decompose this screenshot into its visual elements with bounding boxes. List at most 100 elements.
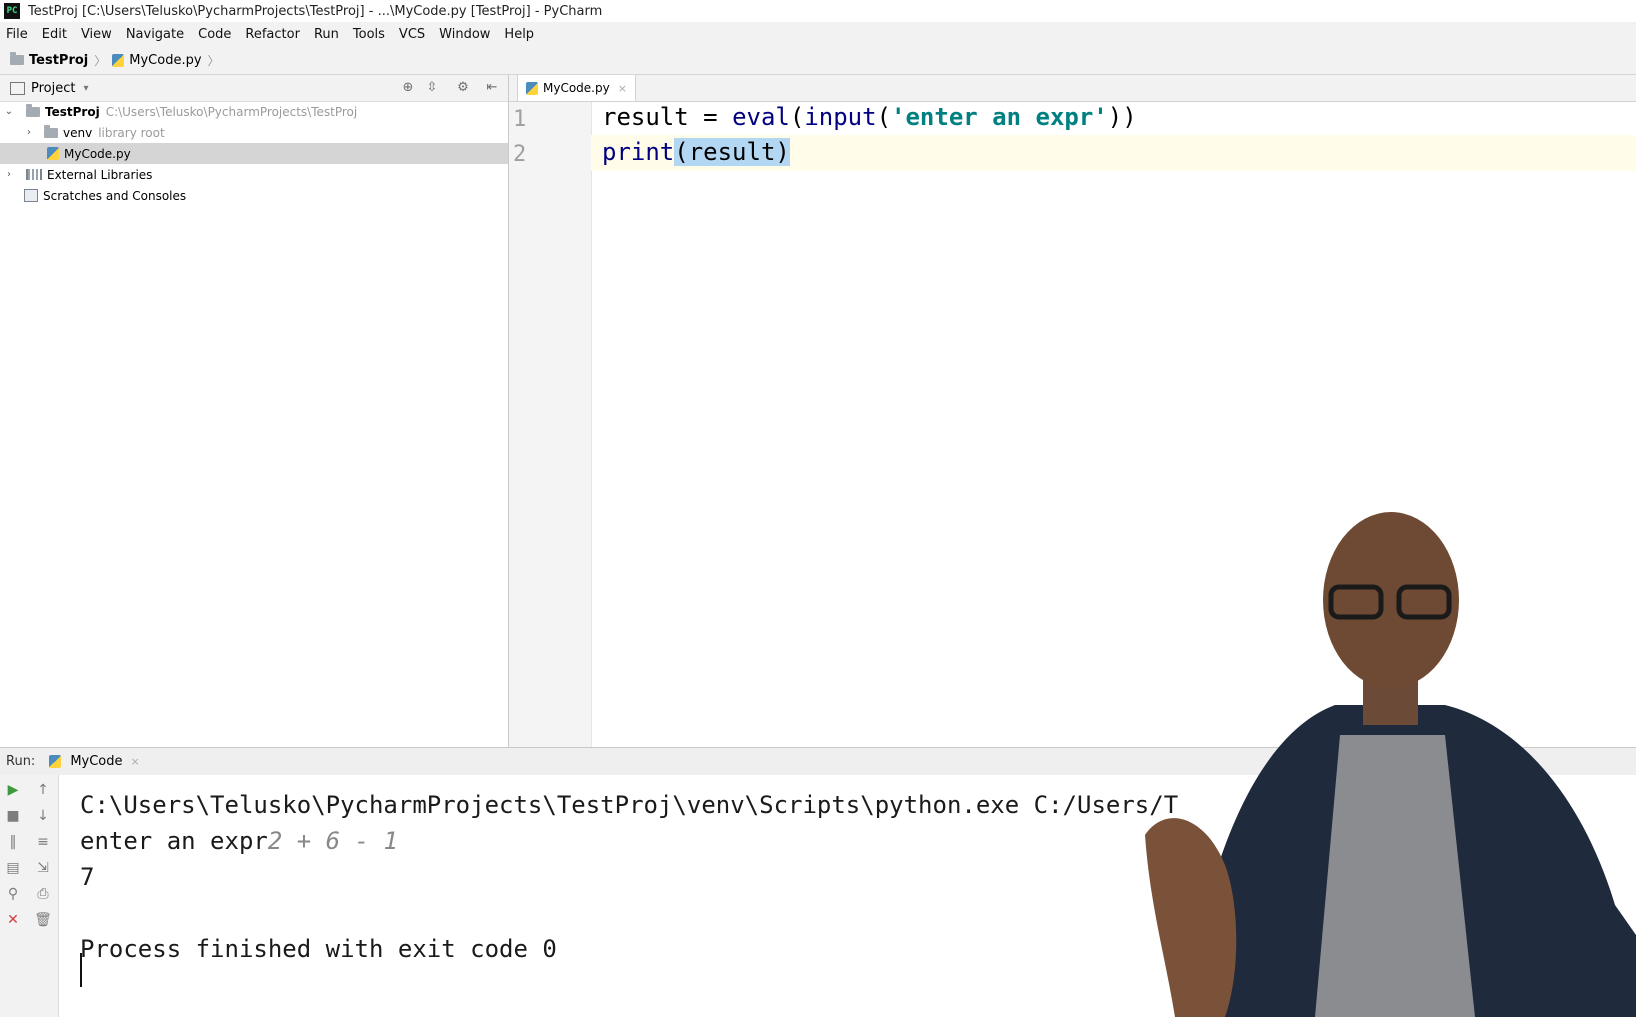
project-panel: Project ▾ ⊕ ⇳ ⚙ ⇤ ⌄ TestProj C:\Users\Te…: [0, 75, 509, 747]
pin-icon[interactable]: ⚲: [4, 885, 22, 903]
menu-help[interactable]: Help: [504, 27, 534, 42]
console-user-input: 2 + 6 - 1: [267, 827, 398, 855]
tree-item-label: venv: [63, 125, 93, 140]
presenter-head: [1323, 512, 1459, 688]
code-token: result: [688, 138, 776, 166]
tree-item-external-libraries[interactable]: › External Libraries: [0, 164, 508, 185]
trash-icon[interactable]: 🗑: [34, 911, 52, 929]
python-run-config-icon: [49, 755, 62, 768]
code-line-2[interactable]: print(result): [602, 138, 790, 166]
python-file-icon: [112, 53, 125, 67]
console-command-line: C:\Users\Telusko\PycharmProjects\TestPro…: [80, 791, 1179, 819]
breadcrumb-project[interactable]: TestProj: [29, 53, 88, 68]
matched-paren-open: (: [674, 138, 689, 166]
code-token: =: [688, 103, 733, 131]
chevron-right-icon[interactable]: ›: [2, 169, 16, 180]
arrow-down-icon[interactable]: ↓: [34, 807, 52, 825]
code-token: eval: [732, 103, 790, 131]
folder-icon: [44, 124, 58, 138]
layout-icon[interactable]: ▤: [4, 859, 22, 877]
presenter-video-overlay: [1145, 512, 1636, 1017]
menu-refactor[interactable]: Refactor: [245, 27, 300, 42]
library-icon: [26, 169, 42, 180]
menu-file[interactable]: File: [6, 27, 28, 42]
window-title: TestProj [C:\Users\Telusko\PycharmProjec…: [28, 3, 603, 19]
tree-item-scratches[interactable]: Scratches and Consoles: [0, 185, 508, 206]
code-token: print: [602, 138, 675, 166]
menu-bar: File Edit View Navigate Code Refactor Ru…: [0, 22, 1636, 46]
editor-tab-bar: MyCode.py ×: [509, 75, 1636, 102]
soft-wrap-icon[interactable]: ≡: [34, 833, 52, 851]
close-icon[interactable]: ×: [618, 82, 627, 95]
tree-item-label: Scratches and Consoles: [43, 188, 187, 203]
console-result: 7: [80, 863, 95, 891]
code-token: result: [602, 103, 689, 131]
breadcrumb-file[interactable]: MyCode.py: [129, 53, 201, 68]
project-view-icon: [10, 81, 25, 95]
menu-navigate[interactable]: Navigate: [126, 27, 184, 42]
close-icon[interactable]: ×: [131, 755, 140, 768]
chevron-right-icon: 〉: [207, 53, 220, 68]
menu-run[interactable]: Run: [314, 27, 339, 42]
menu-window[interactable]: Window: [439, 27, 490, 42]
code-token: )): [1107, 103, 1137, 131]
code-line-1[interactable]: result = eval(input('enter an expr')): [602, 103, 1137, 131]
chevron-right-icon: 〉: [94, 53, 107, 68]
rerun-icon[interactable]: ▶: [4, 781, 22, 799]
pycharm-icon: PC: [4, 3, 20, 19]
string-literal: 'enter an expr': [891, 103, 1108, 131]
scratches-icon: [24, 189, 38, 202]
hide-panel-icon[interactable]: ⇤: [484, 80, 500, 96]
menu-view[interactable]: View: [81, 27, 112, 42]
presenter-hand: [1145, 818, 1237, 1017]
tree-item-label: TestProj: [45, 104, 100, 119]
console-prompt-line: enter an expr2 + 6 - 1: [80, 827, 398, 855]
tree-item-testproj[interactable]: ⌄ TestProj C:\Users\Telusko\PycharmProje…: [0, 101, 508, 122]
console-prompt: enter an expr: [80, 827, 268, 855]
line-number-gutter: 1 2: [509, 102, 592, 747]
run-toolbar: ▶ ↑ ■ ↓ ‖ ≡ ▤ ⇲ ⚲ ⎙ ✕ 🗑: [0, 775, 59, 1017]
collapse-all-icon[interactable]: ⇳: [424, 80, 440, 96]
python-file-icon: [47, 147, 59, 160]
stop-icon[interactable]: ■: [4, 807, 22, 825]
run-label: Run:: [6, 754, 36, 769]
code-token: (: [789, 103, 805, 131]
close-icon[interactable]: ✕: [4, 911, 22, 929]
code-token: input: [804, 103, 877, 131]
tab-mycode[interactable]: MyCode.py ×: [517, 75, 636, 101]
menu-vcs[interactable]: VCS: [399, 27, 425, 42]
python-file-icon: [526, 81, 538, 95]
tree-item-label: External Libraries: [47, 167, 153, 182]
menu-code[interactable]: Code: [198, 27, 231, 42]
tree-item-venv[interactable]: › venv library root: [0, 122, 508, 143]
project-panel-header: Project ▾ ⊕ ⇳ ⚙ ⇤: [0, 75, 508, 102]
chevron-down-icon[interactable]: ▾: [83, 83, 88, 94]
gear-icon[interactable]: ⚙: [455, 80, 471, 96]
menu-edit[interactable]: Edit: [42, 27, 67, 42]
tree-item-hint: library root: [98, 125, 165, 140]
tab-label: MyCode.py: [543, 81, 610, 95]
chevron-right-icon[interactable]: ›: [22, 127, 36, 138]
line-number: 1: [513, 107, 527, 132]
line-number: 2: [513, 142, 527, 167]
folder-icon: [10, 52, 24, 65]
tree-item-label: MyCode.py: [64, 146, 131, 161]
scroll-to-end-icon[interactable]: ⇲: [34, 859, 52, 877]
console-exit-message: Process finished with exit code 0: [80, 935, 557, 963]
chevron-down-icon[interactable]: ⌄: [2, 106, 16, 117]
project-view-label[interactable]: Project: [31, 81, 75, 96]
menu-tools[interactable]: Tools: [353, 27, 385, 42]
run-config-tab[interactable]: MyCode: [70, 754, 122, 769]
code-token: (: [876, 103, 892, 131]
pause-icon[interactable]: ‖: [4, 833, 22, 851]
locate-icon[interactable]: ⊕: [400, 80, 416, 96]
breadcrumb: TestProj 〉 MyCode.py 〉: [0, 46, 1636, 75]
print-icon[interactable]: ⎙: [34, 885, 52, 903]
matched-paren-close: ): [775, 138, 790, 166]
folder-icon: [26, 103, 40, 117]
tree-item-path: C:\Users\Telusko\PycharmProjects\TestPro…: [105, 104, 358, 119]
console-caret: [80, 953, 82, 987]
title-bar: PC TestProj [C:\Users\Telusko\PycharmPro…: [0, 0, 1636, 22]
tree-item-mycode[interactable]: MyCode.py: [0, 143, 508, 164]
arrow-up-icon[interactable]: ↑: [34, 781, 52, 799]
